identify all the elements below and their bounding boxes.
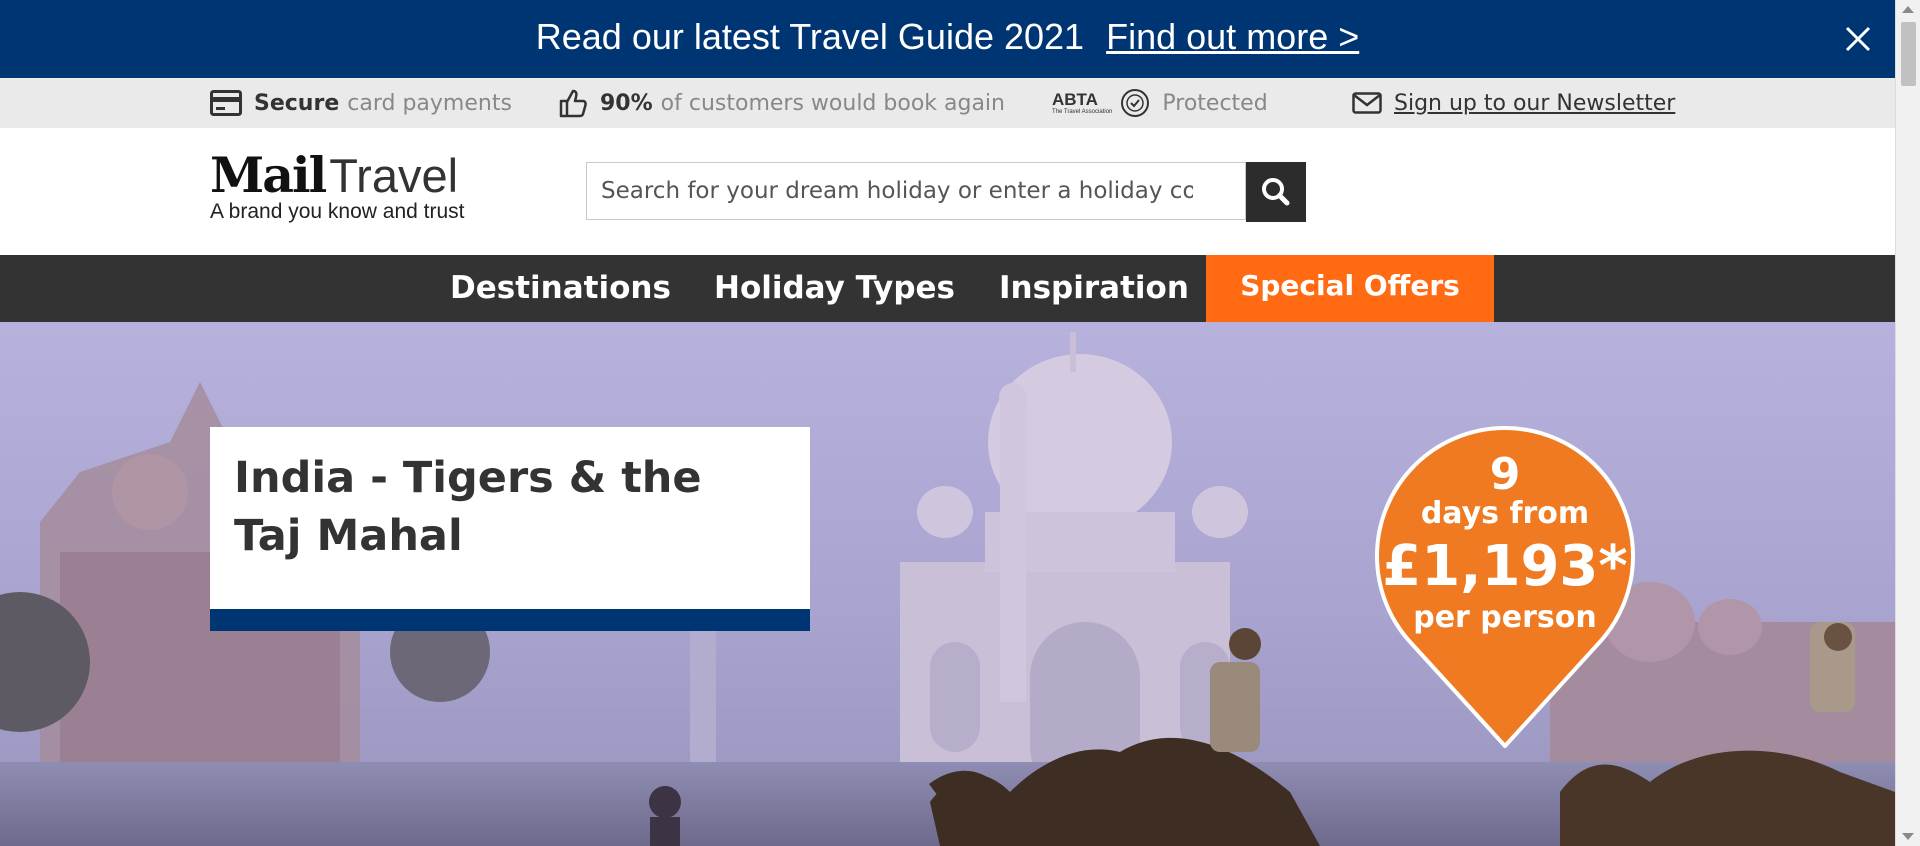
nav-destinations[interactable]: Destinations: [450, 255, 671, 322]
abta-item: ABTA The Travel Association Protected: [1052, 88, 1268, 118]
secure-label: Secure: [254, 90, 340, 116]
envelope-icon: [1352, 92, 1382, 114]
shield-seal-icon: [1121, 89, 1150, 117]
close-icon[interactable]: [1839, 20, 1877, 58]
scroll-up-arrow-icon[interactable]: [1902, 6, 1914, 13]
title-card-strip: [210, 609, 810, 631]
vertical-scrollbar[interactable]: [1895, 0, 1920, 846]
promo-text: Read our latest Travel Guide 2021: [535, 16, 1085, 57]
protected-text: Protected: [1162, 90, 1268, 116]
tour-title: India - Tigers & the Taj Mahal: [234, 453, 702, 561]
promo-banner: Read our latest Travel Guide 2021 Find o…: [0, 0, 1895, 78]
promo-content: Read our latest Travel Guide 2021 Find o…: [0, 16, 1895, 58]
price-amount: £1,193*: [1382, 534, 1628, 599]
tour-title-card[interactable]: India - Tigers & the Taj Mahal: [210, 427, 810, 631]
nav-holiday-types[interactable]: Holiday Types: [714, 255, 955, 322]
mail-travel-logo[interactable]: MailTravel A brand you know and trust: [210, 146, 510, 224]
secure-text: card payments: [347, 90, 512, 116]
logo-tagline: A brand you know and trust: [210, 200, 465, 223]
logo-travel-text: Travel: [329, 149, 459, 202]
card-icon: [210, 90, 242, 116]
price-days-from: days from: [1420, 496, 1590, 531]
search-button[interactable]: [1246, 162, 1306, 222]
newsletter-link[interactable]: Sign up to our Newsletter: [1394, 91, 1675, 116]
price-text: 9 days from £1,193* per person: [1375, 449, 1635, 635]
site-header: MailTravel A brand you know and trust: [0, 128, 1895, 255]
price-days: 9: [1489, 449, 1521, 500]
rebook-percent: 90%: [600, 90, 653, 116]
main-nav: Destinations Holiday Types Inspiration S…: [0, 255, 1895, 322]
logo-mail-text: Mail: [210, 146, 327, 204]
abta-logo: ABTA The Travel Association: [1052, 90, 1113, 116]
newsletter-item[interactable]: Sign up to our Newsletter: [1352, 88, 1675, 118]
scrollbar-thumb[interactable]: [1901, 22, 1916, 86]
secure-payments-item: Secure card payments: [210, 88, 512, 118]
page: Read our latest Travel Guide 2021 Find o…: [0, 0, 1895, 846]
scroll-down-arrow-icon[interactable]: [1902, 833, 1914, 840]
hero-banner: India - Tigers & the Taj Mahal 9 days fr…: [0, 322, 1895, 846]
price-per-person: per person: [1413, 600, 1597, 635]
nav-inspiration[interactable]: Inspiration: [999, 255, 1189, 322]
rebook-item: 90% of customers would book again: [558, 88, 1005, 118]
search-box: [586, 162, 1246, 220]
trust-bar: Secure card payments 90% of customers wo…: [0, 78, 1895, 128]
promo-find-out-more-link[interactable]: Find out more >: [1106, 16, 1359, 57]
nav-special-offers[interactable]: Special Offers: [1206, 255, 1494, 322]
search-icon: [1262, 178, 1290, 206]
search-input[interactable]: [587, 163, 1207, 219]
rebook-text: of customers would book again: [660, 90, 1005, 116]
thumbs-up-icon: [559, 89, 587, 118]
